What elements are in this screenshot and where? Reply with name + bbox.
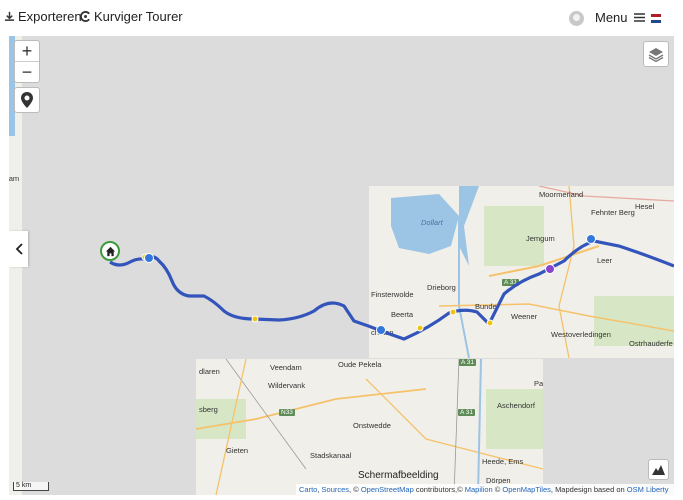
zoom-in-button[interactable]: +: [15, 41, 39, 62]
kurviger-label: Kurviger Tourer: [94, 9, 183, 24]
attribution-link[interactable]: OpenMapTiles: [502, 485, 551, 494]
toll-marker-icon: [545, 264, 555, 274]
attribution-text: contributors,©: [415, 485, 463, 494]
map-attribution: Carto, Sources, © OpenStreetMap contribu…: [296, 484, 674, 495]
attribution-link[interactable]: OpenStreetMap: [361, 485, 414, 494]
layers-icon: [648, 48, 664, 62]
top-bar: Exporteren Kurviger Tourer Menu: [0, 0, 683, 36]
attribution-text: Mapdesign based on: [555, 485, 625, 494]
direction-arrow-icon: [144, 253, 154, 263]
chevron-left-icon: [15, 243, 23, 255]
kurviger-tourer-button[interactable]: Kurviger Tourer: [80, 9, 183, 24]
hamburger-icon: [633, 13, 645, 22]
attribution-link[interactable]: Sources: [322, 485, 350, 494]
mountain-icon: [652, 465, 665, 475]
location-button[interactable]: [14, 87, 40, 113]
elevation-button[interactable]: [648, 459, 669, 480]
layers-button[interactable]: [643, 41, 669, 67]
direction-arrow-icon: [586, 234, 596, 244]
export-label: Exporteren: [18, 9, 82, 24]
sidebar-toggle-button[interactable]: [9, 231, 28, 267]
menu-label: Menu: [595, 10, 628, 25]
attribution-link[interactable]: OSM Liberty: [627, 485, 669, 494]
kurviger-logo-icon: [80, 11, 90, 22]
menu-button[interactable]: Menu: [595, 10, 645, 25]
language-flag-icon[interactable]: [651, 14, 661, 23]
download-icon: [4, 11, 15, 21]
export-button[interactable]: Exporteren: [4, 9, 82, 24]
zoom-control: + −: [14, 40, 40, 83]
attribution-link[interactable]: Mapilion: [465, 485, 493, 494]
avatar[interactable]: [569, 11, 584, 26]
direction-arrow-icon: [376, 325, 386, 335]
map-pin-icon: [21, 92, 33, 108]
home-marker-icon[interactable]: [100, 241, 120, 261]
map-canvas[interactable]: kam Moormerland Hesel Fehnter Berg Dolla…: [9, 36, 674, 495]
attribution-link[interactable]: Carto: [299, 485, 317, 494]
route-line[interactable]: [9, 36, 674, 495]
screenshot-label: Schermafbeelding: [358, 470, 439, 481]
scale-bar: 5 km: [13, 482, 49, 491]
zoom-out-button[interactable]: −: [15, 62, 39, 83]
